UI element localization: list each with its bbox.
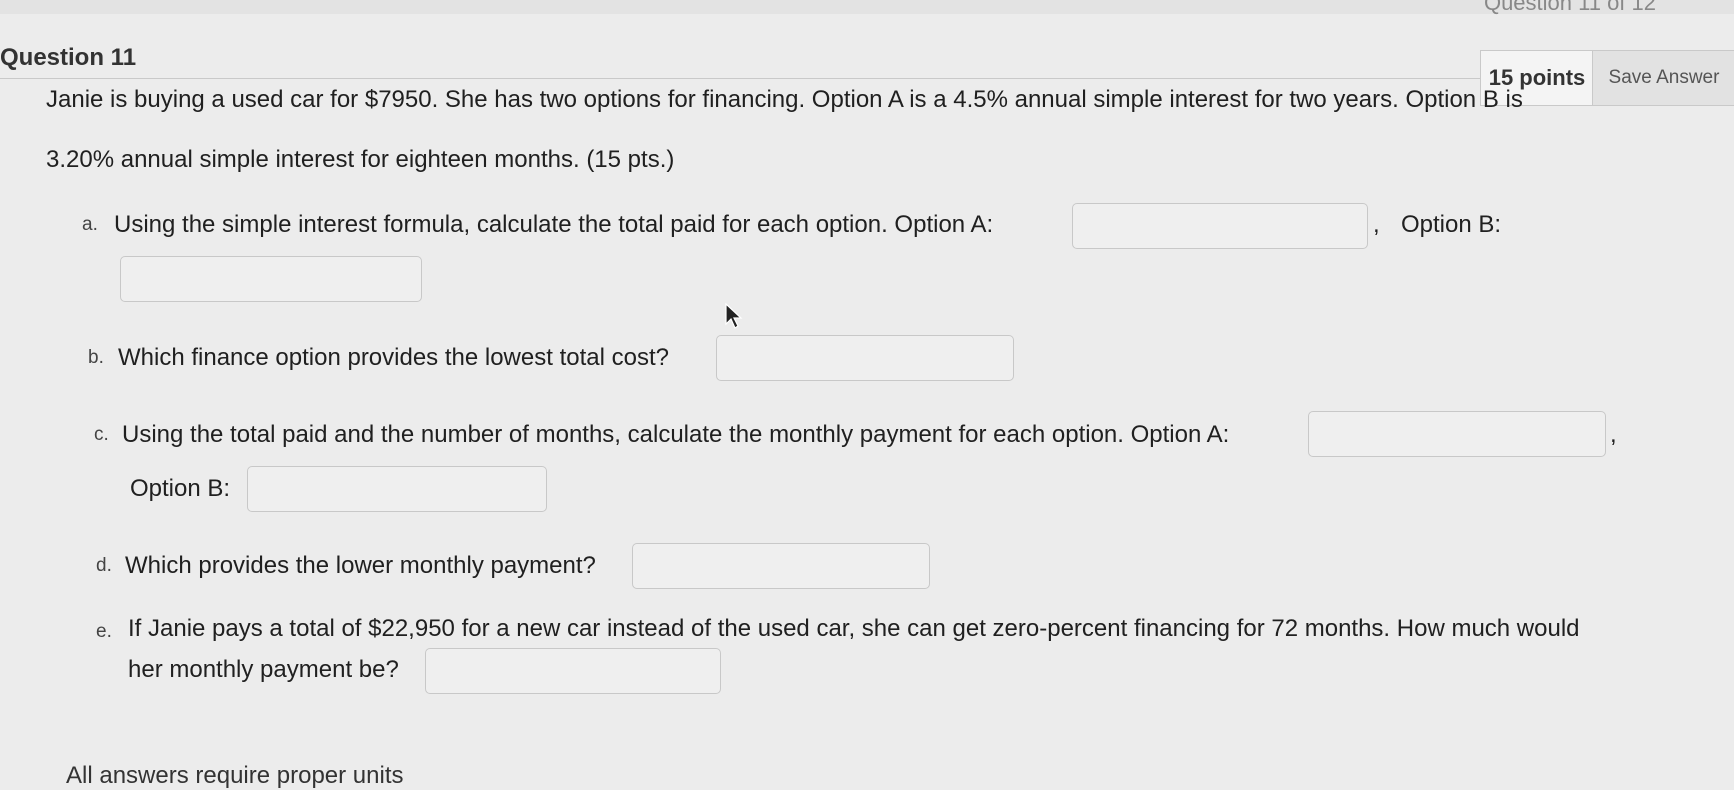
part-a-label: a. xyxy=(82,214,98,235)
part-c-option-b-label: Option B: xyxy=(130,475,231,502)
part-c-comma: , xyxy=(1610,421,1617,448)
question-title: Question 11 xyxy=(0,44,137,71)
mouse-cursor-icon xyxy=(725,302,743,329)
part-c-option-a-input[interactable] xyxy=(1308,411,1606,457)
part-e-text-line1: If Janie pays a total of $22,950 for a n… xyxy=(128,615,1580,642)
part-a-option-b-input[interactable] xyxy=(120,256,422,302)
part-a-option-b-label: Option B: xyxy=(1401,211,1502,238)
part-d-input[interactable] xyxy=(632,543,930,589)
part-e-text-line2: her monthly payment be? xyxy=(128,656,399,683)
part-b-input[interactable] xyxy=(716,335,1014,381)
part-c-text: Using the total paid and the number of m… xyxy=(122,421,1230,448)
part-a-text: Using the simple interest formula, calcu… xyxy=(114,211,994,238)
title-divider xyxy=(0,78,1480,79)
part-a-comma: , xyxy=(1373,211,1380,238)
part-d-text: Which provides the lower monthly payment… xyxy=(125,552,596,579)
part-b-text: Which finance option provides the lowest… xyxy=(118,344,669,371)
part-c-label: c. xyxy=(94,424,109,445)
top-strip xyxy=(0,0,1734,14)
units-note: All answers require proper units xyxy=(66,762,404,789)
question-intro-line2: 3.20% annual simple interest for eightee… xyxy=(46,146,675,173)
question-counter: Question 11 of 12 xyxy=(1483,0,1656,15)
part-e-input[interactable] xyxy=(425,648,721,694)
part-d-label: d. xyxy=(96,555,112,576)
part-e-label: e. xyxy=(96,621,112,642)
save-answer-button[interactable]: Save Answer xyxy=(1592,50,1734,106)
part-c-option-b-input[interactable] xyxy=(247,466,547,512)
part-a-option-a-input[interactable] xyxy=(1072,203,1368,249)
part-b-label: b. xyxy=(88,347,104,368)
question-intro-line1: Janie is buying a used car for $7950. Sh… xyxy=(46,86,1523,113)
